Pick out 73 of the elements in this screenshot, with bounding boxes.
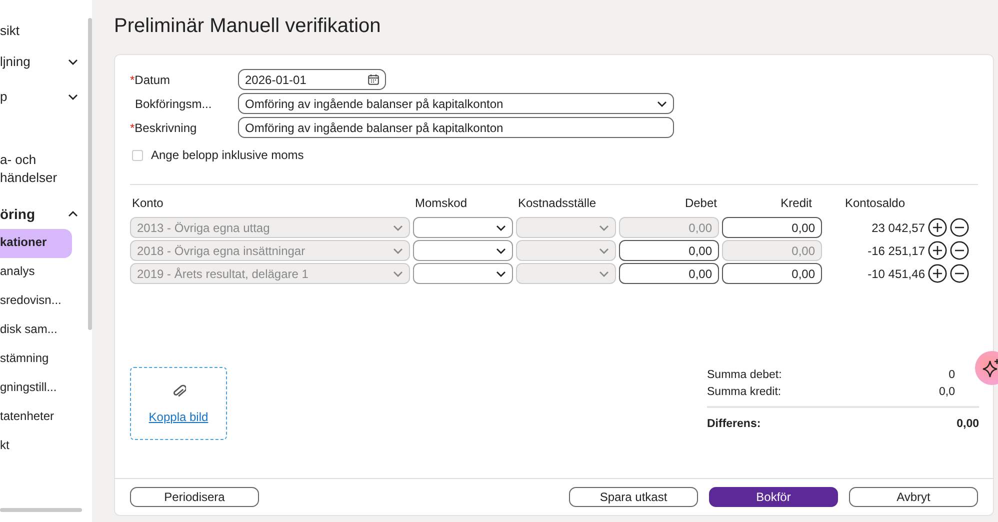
date-field[interactable]: 2026-01-01 [238, 69, 386, 90]
add-icon[interactable] [928, 264, 947, 283]
field-label: Bokföringsm... [134, 96, 213, 112]
summary-value: 0,0 [939, 385, 955, 400]
sidebar-item[interactable]: öring [0, 204, 92, 225]
chevron-icon [496, 224, 506, 230]
chevron-icon [599, 224, 609, 230]
chevron-icon [657, 100, 667, 106]
balance-value: -10 451,46 [866, 266, 925, 282]
footer-button[interactable]: Spara utkast [569, 487, 698, 507]
chevron-icon [496, 270, 506, 276]
vat-select[interactable] [413, 240, 513, 261]
summary-label: Summa kredit: [707, 385, 782, 400]
remove-icon[interactable] [950, 241, 969, 260]
periodize-button[interactable]: Periodisera [130, 487, 259, 507]
sidebar-item[interactable]: sikt [0, 22, 92, 41]
vat-select[interactable] [413, 263, 513, 284]
sidebar-item[interactable]: ljning [0, 52, 92, 72]
chevron-icon [599, 270, 609, 276]
sidebar-item[interactable]: disk sam... [0, 316, 72, 345]
checkbox-label: Ange belopp inklusive moms [151, 147, 304, 164]
add-icon[interactable] [928, 218, 947, 237]
field-label: *Beskrivning [130, 120, 198, 136]
summary-value: 0 [948, 368, 955, 383]
sidebar-item[interactable]: gningstill... [0, 374, 72, 403]
column-header: Konto [131, 195, 164, 212]
summary-label: Differens: [707, 416, 761, 432]
debit-field[interactable]: 0,00 [619, 240, 719, 261]
attachment-dropzone[interactable]: Koppla bild [130, 367, 227, 440]
add-icon[interactable] [928, 241, 947, 260]
scrollbar[interactable] [0, 508, 82, 512]
chevron-icon [393, 248, 403, 254]
column-header: Kontosaldo [844, 195, 906, 212]
chevron-icon [393, 224, 403, 230]
chevron-icon [68, 94, 78, 100]
remove-icon[interactable] [950, 264, 969, 283]
select-field[interactable]: Omföring av ingående balanser på kapitalkonton [238, 93, 674, 114]
sidebar-item[interactable]: tatenheter [0, 402, 72, 432]
balance-value: 23 042,57 [870, 220, 925, 236]
sparkle-icon [982, 358, 998, 378]
debit-field[interactable]: 0,00 [619, 263, 719, 284]
field-label: *Datum [130, 72, 172, 88]
chevron-icon [68, 211, 78, 218]
sidebar-item[interactable]: analys [0, 258, 72, 287]
column-header: Momskod [414, 195, 468, 212]
vat-select[interactable] [413, 217, 513, 238]
column-header: Kostnadsställe [517, 195, 598, 212]
footer-button[interactable]: Avbryt [849, 487, 978, 507]
chevron-icon [68, 59, 78, 66]
sidebar-item[interactable]: stämning [0, 344, 72, 374]
scrollbar[interactable] [88, 18, 92, 330]
summary-label: Summa debet: [707, 368, 782, 383]
summary-value: 0,00 [956, 416, 979, 432]
sidebar-item[interactable]: a- och händelser [0, 150, 92, 188]
attach-link[interactable]: Koppla bild [148, 408, 208, 426]
column-header: Kredit [780, 195, 813, 212]
credit-field[interactable]: 0,00 [722, 263, 822, 284]
calendar-icon[interactable] [368, 74, 379, 85]
checkbox[interactable] [132, 150, 143, 160]
input-field[interactable]: Omföring av ingående balanser på kapitalkonton [238, 117, 674, 138]
sidebar-item[interactable]: kt [0, 432, 72, 461]
remove-icon[interactable] [950, 218, 969, 237]
credit-field[interactable]: 0,00 [722, 217, 822, 238]
sidebar-item[interactable]: kationer [0, 228, 72, 258]
sidebar-item[interactable]: sredovisn... [0, 286, 72, 316]
chevron-icon [599, 248, 609, 254]
page-title: Preliminär Manuell verifikation [114, 14, 382, 38]
chevron-icon [393, 270, 403, 276]
column-header: Debet [684, 195, 718, 212]
chevron-icon [496, 248, 506, 254]
balance-value: -16 251,17 [866, 242, 925, 260]
footer-button[interactable]: Bokför [709, 487, 838, 507]
sidebar-item[interactable]: p [0, 88, 92, 107]
